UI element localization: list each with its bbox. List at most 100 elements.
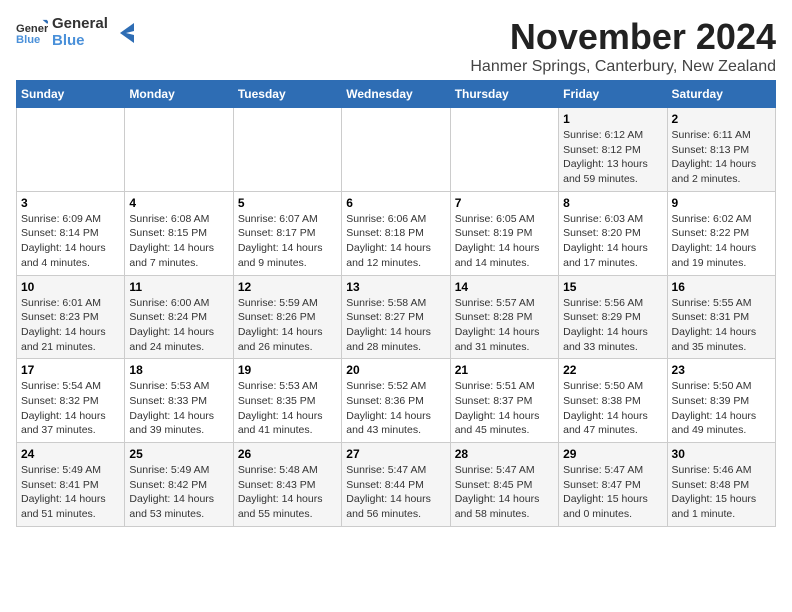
day-info: Sunrise: 6:11 AMSunset: 8:13 PMDaylight:… xyxy=(672,128,771,187)
calendar-day-5: 5 Sunrise: 6:07 AMSunset: 8:17 PMDaylight… xyxy=(233,191,341,275)
day-number: 17 xyxy=(21,363,120,377)
calendar-table: SundayMondayTuesdayWednesdayThursdayFrid… xyxy=(16,80,776,527)
day-number: 28 xyxy=(455,447,554,461)
calendar-day-1: 1Sunrise: 6:12 AMSunset: 8:12 PMDaylight… xyxy=(559,108,667,192)
day-info: Sunrise: 5:53 AMSunset: 8:33 PMDaylight:… xyxy=(129,379,228,438)
weekday-header-sunday: Sunday xyxy=(17,81,125,108)
header: General Blue General Blue November 2024 … xyxy=(16,16,776,76)
day-number: 8 xyxy=(563,196,662,210)
day-number: 12 xyxy=(238,280,337,294)
day-number: 29 xyxy=(563,447,662,461)
calendar-week-1: 1Sunrise: 6:12 AMSunset: 8:12 PMDaylight… xyxy=(17,108,776,192)
day-number: 10 xyxy=(21,280,120,294)
calendar-day-11: 11 Sunrise: 6:00 AMSunset: 8:24 PMDayligh… xyxy=(125,275,233,359)
day-info: Sunrise: 5:56 AMSunset: 8:29 PMDaylight:… xyxy=(563,296,662,355)
empty-cell xyxy=(125,108,233,192)
day-info: Sunrise: 6:07 AMSunset: 8:17 PMDaylight:… xyxy=(238,212,337,271)
title-block: November 2024 Hanmer Springs, Canterbury… xyxy=(470,16,776,76)
day-info: Sunrise: 6:05 AMSunset: 8:19 PMDaylight:… xyxy=(455,212,554,271)
day-number: 27 xyxy=(346,447,445,461)
day-number: 18 xyxy=(129,363,228,377)
calendar-day-22: 22Sunrise: 5:50 AMSunset: 8:38 PMDayligh… xyxy=(559,359,667,443)
day-number: 11 xyxy=(129,280,228,294)
calendar-week-3: 10 Sunrise: 6:01 AMSunset: 8:23 PMDayligh… xyxy=(17,275,776,359)
empty-cell xyxy=(342,108,450,192)
day-number: 5 xyxy=(238,196,337,210)
calendar-day-4: 4Sunrise: 6:08 AMSunset: 8:15 PMDaylight… xyxy=(125,191,233,275)
weekday-header-friday: Friday xyxy=(559,81,667,108)
day-info: Sunrise: 5:47 AMSunset: 8:47 PMDaylight:… xyxy=(563,463,662,522)
calendar-day-15: 15 Sunrise: 5:56 AMSunset: 8:29 PMDayligh… xyxy=(559,275,667,359)
calendar-day-3: 3Sunrise: 6:09 AMSunset: 8:14 PMDaylight… xyxy=(17,191,125,275)
calendar-day-12: 12 Sunrise: 5:59 AMSunset: 8:26 PMDayligh… xyxy=(233,275,341,359)
day-info: Sunrise: 6:00 AMSunset: 8:24 PMDaylight:… xyxy=(129,296,228,355)
calendar-day-16: 16 Sunrise: 5:55 AMSunset: 8:31 PMDayligh… xyxy=(667,275,775,359)
calendar-body: 1Sunrise: 6:12 AMSunset: 8:12 PMDaylight… xyxy=(17,108,776,527)
day-number: 14 xyxy=(455,280,554,294)
calendar-day-26: 26 Sunrise: 5:48 AMSunset: 8:43 PMDayligh… xyxy=(233,443,341,527)
day-info: Sunrise: 5:59 AMSunset: 8:26 PMDaylight:… xyxy=(238,296,337,355)
calendar-day-20: 20Sunrise: 5:52 AMSunset: 8:36 PMDayligh… xyxy=(342,359,450,443)
day-info: Sunrise: 5:53 AMSunset: 8:35 PMDaylight:… xyxy=(238,379,337,438)
day-number: 21 xyxy=(455,363,554,377)
day-number: 9 xyxy=(672,196,771,210)
calendar-week-5: 24Sunrise: 5:49 AMSunset: 8:41 PMDayligh… xyxy=(17,443,776,527)
day-info: Sunrise: 5:49 AMSunset: 8:42 PMDaylight:… xyxy=(129,463,228,522)
weekday-header-monday: Monday xyxy=(125,81,233,108)
day-info: Sunrise: 6:02 AMSunset: 8:22 PMDaylight:… xyxy=(672,212,771,271)
day-number: 30 xyxy=(672,447,771,461)
day-number: 16 xyxy=(672,280,771,294)
calendar-week-4: 17 Sunrise: 5:54 AMSunset: 8:32 PMDayligh… xyxy=(17,359,776,443)
weekday-header-thursday: Thursday xyxy=(450,81,558,108)
day-info: Sunrise: 5:50 AMSunset: 8:38 PMDaylight:… xyxy=(563,379,662,438)
calendar-day-9: 9 Sunrise: 6:02 AMSunset: 8:22 PMDaylight… xyxy=(667,191,775,275)
day-info: Sunrise: 5:46 AMSunset: 8:48 PMDaylight:… xyxy=(672,463,771,522)
calendar-day-2: 2 Sunrise: 6:11 AMSunset: 8:13 PMDaylight… xyxy=(667,108,775,192)
day-info: Sunrise: 6:01 AMSunset: 8:23 PMDaylight:… xyxy=(21,296,120,355)
empty-cell xyxy=(17,108,125,192)
day-number: 2 xyxy=(672,112,771,126)
day-number: 13 xyxy=(346,280,445,294)
day-number: 25 xyxy=(129,447,228,461)
day-info: Sunrise: 5:50 AMSunset: 8:39 PMDaylight:… xyxy=(672,379,771,438)
day-info: Sunrise: 6:03 AMSunset: 8:20 PMDaylight:… xyxy=(563,212,662,271)
logo-general: General xyxy=(52,16,108,33)
day-info: Sunrise: 5:47 AMSunset: 8:44 PMDaylight:… xyxy=(346,463,445,522)
calendar-day-30: 30 Sunrise: 5:46 AMSunset: 8:48 PMDayligh… xyxy=(667,443,775,527)
empty-cell xyxy=(233,108,341,192)
day-info: Sunrise: 5:57 AMSunset: 8:28 PMDaylight:… xyxy=(455,296,554,355)
day-info: Sunrise: 5:54 AMSunset: 8:32 PMDaylight:… xyxy=(21,379,120,438)
svg-text:General: General xyxy=(16,22,48,34)
calendar-day-27: 27 Sunrise: 5:47 AMSunset: 8:44 PMDayligh… xyxy=(342,443,450,527)
day-number: 26 xyxy=(238,447,337,461)
calendar-day-29: 29 Sunrise: 5:47 AMSunset: 8:47 PMDayligh… xyxy=(559,443,667,527)
weekday-header-saturday: Saturday xyxy=(667,81,775,108)
day-info: Sunrise: 5:47 AMSunset: 8:45 PMDaylight:… xyxy=(455,463,554,522)
day-info: Sunrise: 5:51 AMSunset: 8:37 PMDaylight:… xyxy=(455,379,554,438)
calendar-day-8: 8 Sunrise: 6:03 AMSunset: 8:20 PMDaylight… xyxy=(559,191,667,275)
day-number: 15 xyxy=(563,280,662,294)
weekday-header-wednesday: Wednesday xyxy=(342,81,450,108)
day-info: Sunrise: 5:48 AMSunset: 8:43 PMDaylight:… xyxy=(238,463,337,522)
weekday-header-row: SundayMondayTuesdayWednesdayThursdayFrid… xyxy=(17,81,776,108)
logo-blue: Blue xyxy=(52,33,108,50)
day-number: 4 xyxy=(129,196,228,210)
calendar-day-25: 25 Sunrise: 5:49 AMSunset: 8:42 PMDayligh… xyxy=(125,443,233,527)
calendar-header: SundayMondayTuesdayWednesdayThursdayFrid… xyxy=(17,81,776,108)
day-info: Sunrise: 5:49 AMSunset: 8:41 PMDaylight:… xyxy=(21,463,120,522)
calendar-day-18: 18 Sunrise: 5:53 AMSunset: 8:33 PMDayligh… xyxy=(125,359,233,443)
calendar-day-13: 13 Sunrise: 5:58 AMSunset: 8:27 PMDayligh… xyxy=(342,275,450,359)
calendar-day-24: 24Sunrise: 5:49 AMSunset: 8:41 PMDayligh… xyxy=(17,443,125,527)
svg-text:Blue: Blue xyxy=(16,34,40,46)
logo: General Blue General Blue xyxy=(16,16,134,49)
weekday-header-tuesday: Tuesday xyxy=(233,81,341,108)
calendar-day-17: 17 Sunrise: 5:54 AMSunset: 8:32 PMDayligh… xyxy=(17,359,125,443)
calendar-day-14: 14 Sunrise: 5:57 AMSunset: 8:28 PMDayligh… xyxy=(450,275,558,359)
day-number: 7 xyxy=(455,196,554,210)
calendar-day-28: 28 Sunrise: 5:47 AMSunset: 8:45 PMDayligh… xyxy=(450,443,558,527)
day-number: 23 xyxy=(672,363,771,377)
day-info: Sunrise: 5:58 AMSunset: 8:27 PMDaylight:… xyxy=(346,296,445,355)
calendar-day-6: 6Sunrise: 6:06 AMSunset: 8:18 PMDaylight… xyxy=(342,191,450,275)
day-info: Sunrise: 5:55 AMSunset: 8:31 PMDaylight:… xyxy=(672,296,771,355)
calendar-day-21: 21 Sunrise: 5:51 AMSunset: 8:37 PMDayligh… xyxy=(450,359,558,443)
